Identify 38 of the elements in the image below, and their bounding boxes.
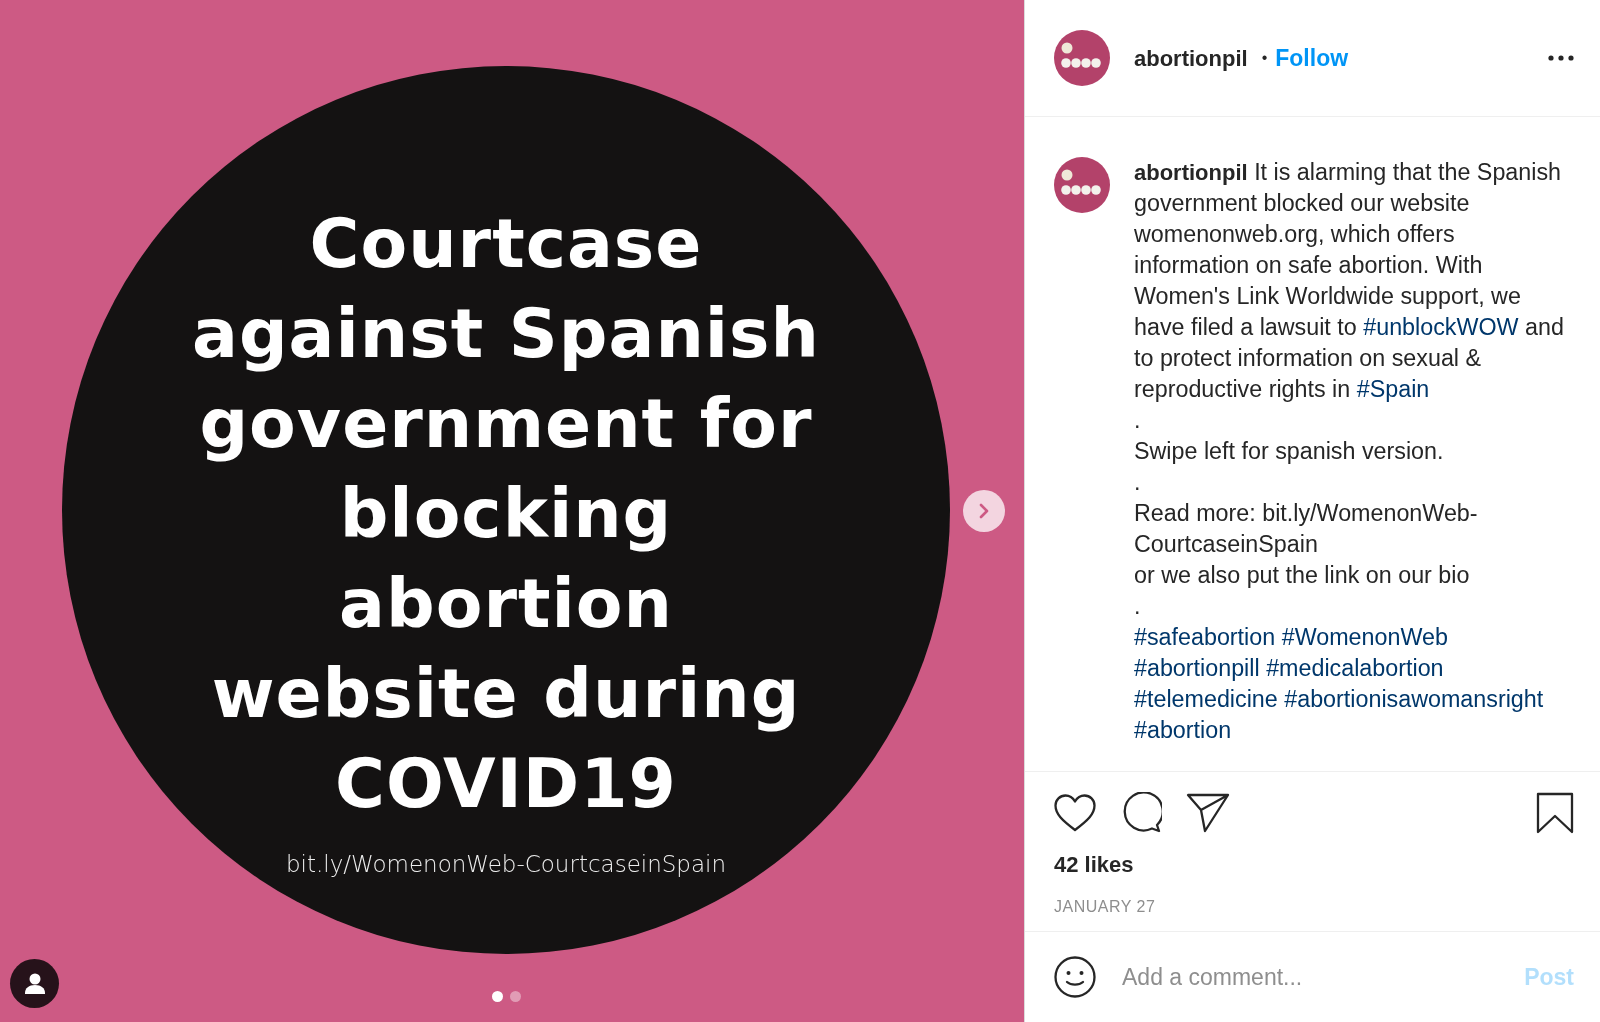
next-button[interactable] <box>963 490 1005 532</box>
hashtag-link[interactable]: #abortion <box>1134 717 1232 743</box>
hashtag-link[interactable]: #telemedicine <box>1134 686 1278 712</box>
caption-text: or we also put the link on our bio <box>1134 561 1471 590</box>
post-date: JANUARY 27 <box>1054 897 1157 917</box>
caption-text: abortionpil It is alarming that the Spanish government blocked our website womenonweb.org, which offers information on safe abortion. With Women's Link Worldwide support, we have filed a lawsuit to #unblockWOW and to protect information on sexual & reproductive rights in #Spain <box>1134 158 1565 404</box>
caption-text: . <box>1134 468 1142 497</box>
avatar-icon[interactable] <box>1054 30 1110 86</box>
hashtag-link[interactable]: #abortionisawomansright <box>1284 686 1544 712</box>
bookmark-icon <box>1536 792 1574 834</box>
more-icon <box>1548 55 1574 61</box>
username-link[interactable]: abortionpil <box>1134 41 1248 75</box>
comment-field[interactable]: Add a comment... <box>1120 958 1525 996</box>
caption-text: . <box>1134 592 1142 621</box>
more-options-button[interactable] <box>1548 55 1574 61</box>
caption-text: . <box>1134 406 1142 435</box>
emoji-button[interactable] <box>1054 956 1096 998</box>
hashtag-link[interactable]: #Spain <box>1356 376 1430 402</box>
caption-text: Swipe left for spanish version. <box>1134 437 1445 466</box>
bookmark-button[interactable] <box>1536 792 1574 834</box>
hashtag-link[interactable]: #abortionpill <box>1134 655 1260 681</box>
slide-title: Courtcase against Spanish government for blocking abortion website during COVID19 <box>192 202 820 825</box>
hashtag-link[interactable]: #safeabortion <box>1134 624 1276 650</box>
person-icon <box>23 971 46 996</box>
avatar-icon[interactable] <box>1054 157 1110 213</box>
hashtag-link[interactable]: #WomenonWeb <box>1281 624 1448 650</box>
separator-dot: • <box>1261 48 1268 68</box>
like-button[interactable] <box>1054 794 1096 832</box>
share-button[interactable] <box>1186 793 1230 833</box>
likes-count: 42 likes <box>1054 851 1135 879</box>
smiley-icon <box>1054 956 1096 998</box>
tag-button[interactable] <box>10 959 59 1008</box>
hashtag-link[interactable]: #unblockWOW <box>1363 314 1519 340</box>
slide-url: bit.ly/WomenonWeb-CourtcaseinSpain <box>285 849 726 879</box>
heart-icon <box>1054 794 1096 832</box>
paper-plane-icon <box>1186 793 1230 833</box>
hashtag-link[interactable]: #medicalabortion <box>1266 655 1444 681</box>
username-link[interactable]: abortionpil <box>1134 160 1248 185</box>
